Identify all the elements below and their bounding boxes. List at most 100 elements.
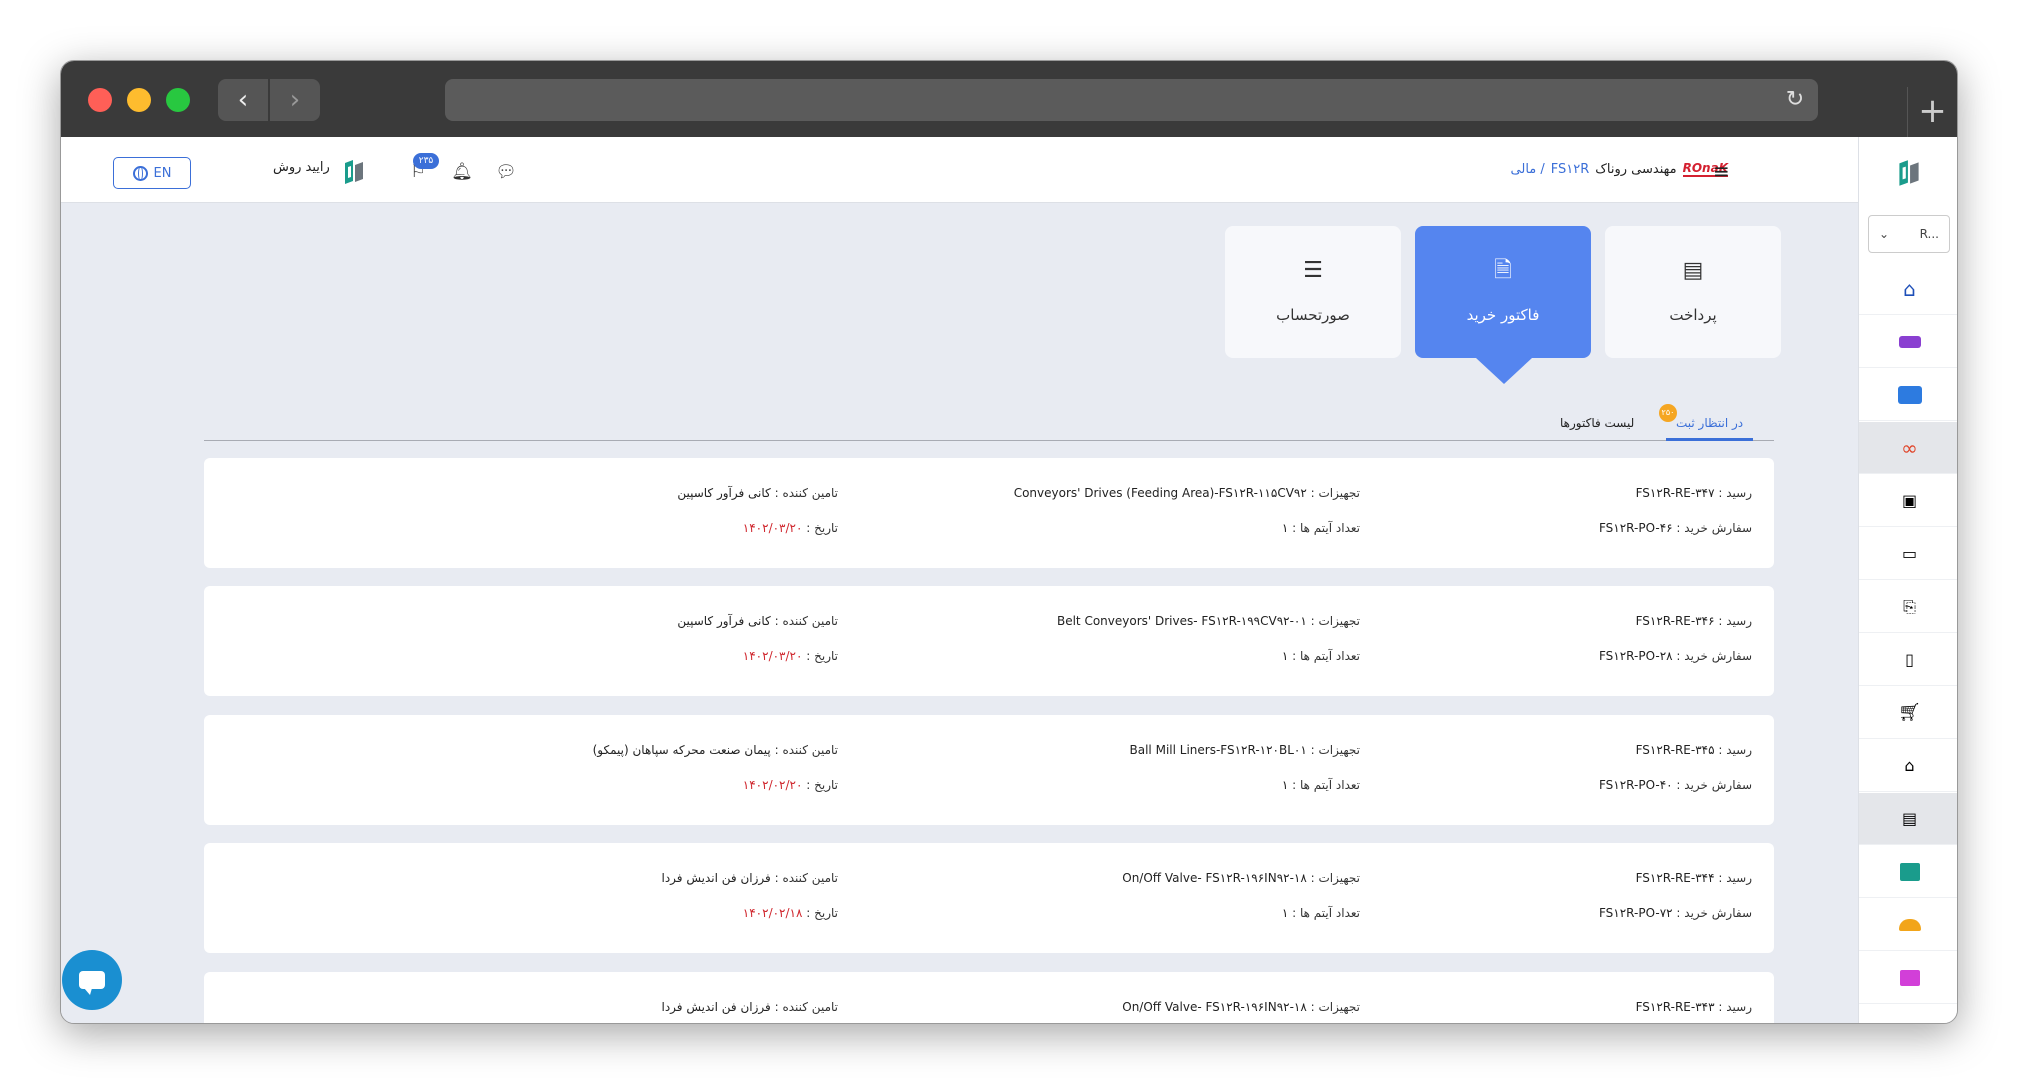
chevron-down-icon: ⌄ xyxy=(1879,227,1890,241)
brand-logo-icon xyxy=(345,160,363,184)
equipment-field: تجهیزات : On/Off Valve- FS۱۲R-۱۹۶IN۹۲-۱۸ xyxy=(1122,871,1360,885)
project-select[interactable]: ⌄ R... xyxy=(1868,215,1950,253)
sidebar-item-cart[interactable]: 🛒︎ xyxy=(1859,687,1957,739)
support-chat-button[interactable] xyxy=(62,950,122,1010)
sidebar-item-settings[interactable]: ⚙ xyxy=(1859,1005,1957,1023)
sidebar-item-database[interactable] xyxy=(1859,846,1957,898)
sidebar-item-documents[interactable] xyxy=(1859,369,1957,421)
invoice-card[interactable]: رسید : FS۱۲R-RE-۳۴۵ سفارش خرید : FS۱۲R-P… xyxy=(204,715,1774,825)
hardhat-icon xyxy=(1898,918,1921,931)
supplier-field: تامین کننده : فرزان فن اندیش فردا xyxy=(661,871,839,885)
hamburger-menu-icon[interactable]: ≡ xyxy=(1713,159,1733,183)
minimize-window-button[interactable] xyxy=(127,88,151,112)
main-content: ▤ پرداخت 🗎︎ فاکتور خرید ☰ صورتحساب ۲۵۰ د… xyxy=(61,204,1857,1023)
browser-titlebar: ‹ › ↻ + xyxy=(61,61,1957,137)
sidebar-item-reports[interactable]: ⎘ xyxy=(1859,581,1957,633)
maximize-window-button[interactable] xyxy=(166,88,190,112)
tile-statement-label: صورتحساب xyxy=(1276,306,1350,324)
chevron-right-icon: › xyxy=(289,85,301,115)
drive-icon xyxy=(1898,335,1921,348)
sidebar-item-archive[interactable]: ▣ xyxy=(1859,475,1957,527)
breadcrumb-project[interactable]: FS۱۲R xyxy=(1551,162,1590,177)
tile-statement[interactable]: ☰ صورتحساب xyxy=(1225,226,1401,358)
invoice-card[interactable]: رسید : FS۱۲R-RE-۳۴۳ تجهیزات : On/Off Val… xyxy=(204,972,1774,1023)
statement-icon: ☰ xyxy=(1303,258,1323,283)
folder-icon xyxy=(1897,385,1922,404)
breadcrumb-section[interactable]: / مالی xyxy=(1511,162,1545,177)
right-sidebar: ⌄ R... ⌂ ∞ ▣ ▭ ⎘ ▯ 🛒︎ ⌂ ▤ ⚙ xyxy=(1858,137,1957,1023)
sidebar-item-files[interactable]: ▯ xyxy=(1859,634,1957,686)
gear-icon: ⚙ xyxy=(1901,1019,1919,1023)
close-window-button[interactable] xyxy=(88,88,112,112)
sidebar-item-storage[interactable] xyxy=(1859,316,1957,368)
receipt-field: رسید : FS۱۲R-RE-۳۴۳ xyxy=(1635,1000,1752,1014)
back-button[interactable]: ‹ xyxy=(218,79,268,121)
app-root: EN رایید روش ⚐ ۲۳۵ 🔔︎ 💬︎ ROnaK مهندسی رو… xyxy=(61,137,1957,1023)
project-select-value: R... xyxy=(1919,227,1939,241)
invoice-icon: 🗎︎ xyxy=(1494,258,1512,283)
notification-badge: ۲۳۵ xyxy=(413,153,439,169)
reload-icon[interactable]: ↻ xyxy=(1782,87,1808,113)
chat-bubble-icon xyxy=(79,971,105,995)
address-bar[interactable]: ↻ xyxy=(445,79,1818,121)
sidebar-item-hse[interactable] xyxy=(1859,899,1957,951)
warehouse-icon: ⌂ xyxy=(1904,756,1915,775)
equipment-field: تجهیزات : On/Off Valve- FS۱۲R-۱۹۶IN۹۲-۱۸ xyxy=(1122,1000,1360,1014)
receipt-field: رسید : FS۱۲R-RE-۳۴۷ xyxy=(1635,486,1752,500)
date-field: تاریخ : ۱۴۰۲/۰۲/۱۸ xyxy=(742,906,838,920)
invoice-card[interactable]: رسید : FS۱۲R-RE-۳۴۴ سفارش خرید : FS۱۲R-P… xyxy=(204,843,1774,953)
new-tab-button[interactable]: + xyxy=(1907,87,1957,137)
sidebar-logo-icon[interactable] xyxy=(1893,157,1925,189)
plus-icon: + xyxy=(1918,91,1947,131)
user-brand-name: رایید روش xyxy=(273,160,330,175)
date-field: تاریخ : ۱۴۰۲/۰۳/۲۰ xyxy=(742,521,838,535)
supplier-field: تامین کننده : کانی فرآور کاسپین xyxy=(677,614,838,628)
sidebar-item-finance[interactable]: ▤ xyxy=(1859,793,1957,845)
items-count-field: تعداد آیتم ها : ۱ xyxy=(1281,521,1360,535)
receipt-field: رسید : FS۱۲R-RE-۳۴۴ xyxy=(1635,871,1752,885)
top-header: EN رایید روش ⚐ ۲۳۵ 🔔︎ 💬︎ ROnaK مهندسی رو… xyxy=(61,137,1858,203)
file-icon: ▯ xyxy=(1905,650,1914,669)
date-field: تاریخ : ۱۴۰۲/۰۲/۲۰ xyxy=(742,778,838,792)
payment-icon: ▤ xyxy=(1682,258,1704,283)
chevron-left-icon: ‹ xyxy=(237,85,249,115)
language-button[interactable]: EN xyxy=(113,157,191,189)
equipment-field: تجهیزات : Conveyors' Drives (Feeding Are… xyxy=(1013,486,1360,500)
equipment-field: تجهیزات : Belt Conveyors' Drives- FS۱۲R-… xyxy=(1056,614,1360,628)
invoice-card[interactable]: رسید : FS۱۲R-RE-۳۴۶ سفارش خرید : FS۱۲R-P… xyxy=(204,586,1774,696)
sidebar-item-package[interactable] xyxy=(1859,952,1957,1004)
forward-button[interactable]: › xyxy=(270,79,320,121)
tile-payment[interactable]: ▤ پرداخت xyxy=(1605,226,1781,358)
items-count-field: تعداد آیتم ها : ۱ xyxy=(1281,778,1360,792)
sidebar-item-scroll[interactable]: ▭ xyxy=(1859,528,1957,580)
sidebar-item-warehouse[interactable]: ⌂ xyxy=(1859,740,1957,792)
breadcrumb-company[interactable]: مهندسی روناک xyxy=(1595,162,1676,177)
tile-invoice-label: فاکتور خرید xyxy=(1466,306,1540,324)
equipment-field: تجهیزات : Ball Mill Liners-FS۱۲R-۱۲۰BL۰۱ xyxy=(1129,743,1360,757)
tab-pending[interactable]: در انتظار ثبت xyxy=(1666,416,1754,441)
link-icon: ∞ xyxy=(1901,435,1918,460)
tile-payment-label: پرداخت xyxy=(1669,306,1717,324)
active-tile-pointer xyxy=(1476,358,1532,384)
date-field: تاریخ : ۱۴۰۲/۰۳/۲۰ xyxy=(742,649,838,663)
sidebar-item-home[interactable]: ⌂ xyxy=(1859,263,1957,315)
chat-icon[interactable]: 💬︎ xyxy=(495,161,517,183)
order-field: سفارش خرید : FS۱۲R-PO-۷۲ xyxy=(1598,906,1752,920)
order-field: سفارش خرید : FS۱۲R-PO-۲۸ xyxy=(1598,649,1752,663)
box-icon: ▣ xyxy=(1901,491,1918,510)
items-count-field: تعداد آیتم ها : ۱ xyxy=(1281,649,1360,663)
bell-icon[interactable]: 🔔︎ xyxy=(451,161,473,183)
scroll-icon: ▭ xyxy=(1901,544,1918,563)
tile-purchase-invoice[interactable]: 🗎︎ فاکتور خرید xyxy=(1415,226,1591,358)
tab-invoice-list[interactable]: لیست فاکتورها xyxy=(1550,416,1644,441)
language-label: EN xyxy=(153,165,172,181)
sidebar-item-links[interactable]: ∞ xyxy=(1859,422,1957,474)
globe-icon xyxy=(132,165,148,181)
supplier-field: تامین کننده : پیمان صنعت محرکه سپاهان (پ… xyxy=(592,743,838,757)
invoice-tabs: در انتظار ثبت لیست فاکتورها xyxy=(204,412,1774,441)
receipt-field: رسید : FS۱۲R-RE-۳۴۵ xyxy=(1635,743,1752,757)
supplier-field: تامین کننده : فرزان فن اندیش فردا xyxy=(661,1000,839,1014)
home-icon: ⌂ xyxy=(1903,276,1916,301)
invoice-card[interactable]: رسید : FS۱۲R-RE-۳۴۷ سفارش خرید : FS۱۲R-P… xyxy=(204,458,1774,568)
cart-icon: 🛒︎ xyxy=(1898,702,1921,723)
